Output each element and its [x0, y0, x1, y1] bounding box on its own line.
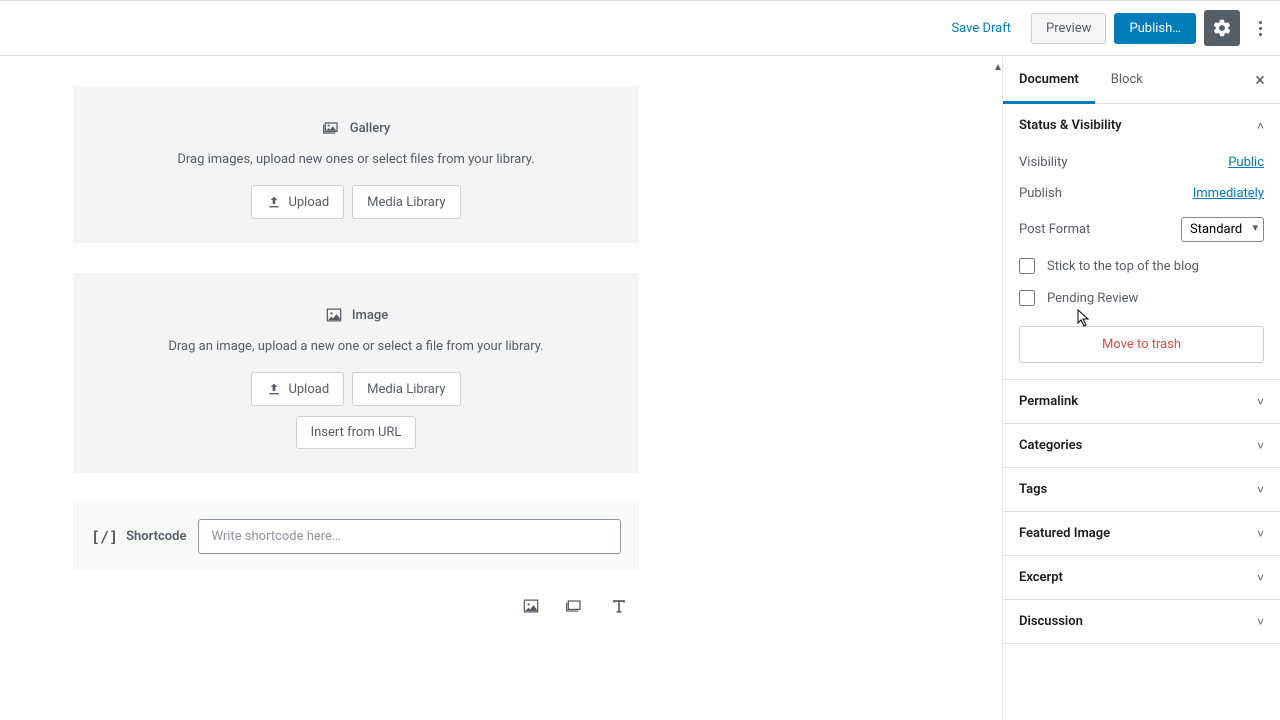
gallery-icon — [322, 118, 342, 138]
more-vertical-icon — [1259, 21, 1262, 36]
block-appender — [73, 592, 639, 624]
panel-title: Tags — [1019, 482, 1047, 497]
appender-text-button[interactable] — [605, 592, 633, 624]
tags-toggle[interactable]: Tags ˅ — [1003, 468, 1280, 511]
gear-icon — [1212, 18, 1232, 38]
preview-button[interactable]: Preview — [1031, 13, 1106, 44]
permalink-panel: Permalink ˅ — [1003, 380, 1280, 424]
excerpt-panel: Excerpt ˅ — [1003, 556, 1280, 600]
appender-image-button[interactable] — [517, 592, 545, 624]
tags-panel: Tags ˅ — [1003, 468, 1280, 512]
excerpt-toggle[interactable]: Excerpt ˅ — [1003, 556, 1280, 599]
discussion-panel: Discussion ˅ — [1003, 600, 1280, 644]
settings-sidebar: ▲ Document Block × Status & Visibility ˄… — [1002, 56, 1280, 720]
publish-value[interactable]: Immediately — [1193, 186, 1264, 201]
categories-panel: Categories ˅ — [1003, 424, 1280, 468]
visibility-label: Visibility — [1019, 155, 1068, 170]
panel-title: Status & Visibility — [1019, 118, 1122, 133]
chevron-down-icon: ˅ — [1257, 571, 1264, 585]
post-format-select[interactable]: Standard — [1181, 217, 1264, 242]
chevron-down-icon: ˅ — [1257, 615, 1264, 629]
stick-to-top-checkbox[interactable] — [1019, 258, 1035, 274]
upload-icon — [266, 381, 282, 397]
upload-label: Upload — [288, 382, 329, 397]
tab-document[interactable]: Document — [1003, 56, 1095, 103]
gallery-block[interactable]: Gallery Drag images, upload new ones or … — [73, 86, 639, 243]
gallery-instruction: Drag images, upload new ones or select f… — [97, 152, 615, 167]
categories-toggle[interactable]: Categories ˅ — [1003, 424, 1280, 467]
status-visibility-panel: Status & Visibility ˄ Visibility Public … — [1003, 104, 1280, 380]
upload-label: Upload — [288, 195, 329, 210]
gallery-icon — [565, 596, 585, 616]
discussion-toggle[interactable]: Discussion ˅ — [1003, 600, 1280, 643]
publish-label: Publish — [1019, 186, 1062, 201]
featured-image-toggle[interactable]: Featured Image ˅ — [1003, 512, 1280, 555]
panel-title: Featured Image — [1019, 526, 1110, 541]
chevron-down-icon: ˅ — [1257, 527, 1264, 541]
gallery-title: Gallery — [350, 121, 391, 136]
image-insert-url-button[interactable]: Insert from URL — [296, 416, 417, 449]
status-visibility-toggle[interactable]: Status & Visibility ˄ — [1003, 104, 1280, 147]
gallery-media-library-button[interactable]: Media Library — [352, 185, 460, 219]
sidebar-tabs: Document Block × — [1003, 56, 1280, 104]
image-icon — [521, 596, 541, 616]
featured-image-panel: Featured Image ˅ — [1003, 512, 1280, 556]
shortcode-input[interactable] — [198, 519, 621, 554]
post-format-label: Post Format — [1019, 222, 1090, 237]
pending-review-row[interactable]: Pending Review — [1019, 282, 1264, 314]
appender-gallery-button[interactable] — [561, 592, 589, 624]
panel-title: Permalink — [1019, 394, 1078, 409]
move-to-trash-button[interactable]: Move to trash — [1019, 326, 1264, 363]
more-menu-button[interactable] — [1248, 10, 1272, 46]
stick-label: Stick to the top of the blog — [1047, 259, 1199, 274]
permalink-toggle[interactable]: Permalink ˅ — [1003, 380, 1280, 423]
pending-review-checkbox[interactable] — [1019, 290, 1035, 306]
visibility-value[interactable]: Public — [1228, 155, 1264, 170]
chevron-up-icon: ˄ — [1257, 119, 1264, 133]
chevron-down-icon: ˅ — [1257, 483, 1264, 497]
chevron-down-icon: ˅ — [1257, 439, 1264, 453]
editor-canvas: Gallery Drag images, upload new ones or … — [0, 56, 1002, 720]
image-block[interactable]: Image Drag an image, upload a new one or… — [73, 273, 639, 473]
settings-button[interactable] — [1204, 10, 1240, 46]
collapse-arrow-icon[interactable]: ▲ — [993, 62, 1003, 73]
image-upload-button[interactable]: Upload — [251, 372, 344, 406]
panel-title: Excerpt — [1019, 570, 1063, 585]
upload-icon — [266, 194, 282, 210]
image-title: Image — [352, 308, 388, 323]
gallery-upload-button[interactable]: Upload — [251, 185, 344, 219]
tab-block[interactable]: Block — [1095, 56, 1159, 103]
editor-toolbar: Save Draft Preview Publish… — [0, 0, 1280, 56]
pending-label: Pending Review — [1047, 291, 1138, 306]
shortcode-block[interactable]: [/] Shortcode — [73, 503, 639, 570]
chevron-down-icon: ˅ — [1257, 395, 1264, 409]
panel-title: Discussion — [1019, 614, 1083, 629]
panel-title: Categories — [1019, 438, 1082, 453]
image-icon — [324, 305, 344, 325]
shortcode-icon: [/] — [91, 528, 118, 546]
shortcode-label: Shortcode — [126, 529, 186, 544]
close-sidebar-button[interactable]: × — [1248, 68, 1272, 92]
close-icon: × — [1255, 70, 1265, 91]
stick-to-top-row[interactable]: Stick to the top of the blog — [1019, 250, 1264, 282]
save-draft-button[interactable]: Save Draft — [939, 13, 1023, 44]
publish-button[interactable]: Publish… — [1114, 13, 1196, 44]
text-icon — [609, 596, 629, 616]
image-instruction: Drag an image, upload a new one or selec… — [97, 339, 615, 354]
image-media-library-button[interactable]: Media Library — [352, 372, 460, 406]
